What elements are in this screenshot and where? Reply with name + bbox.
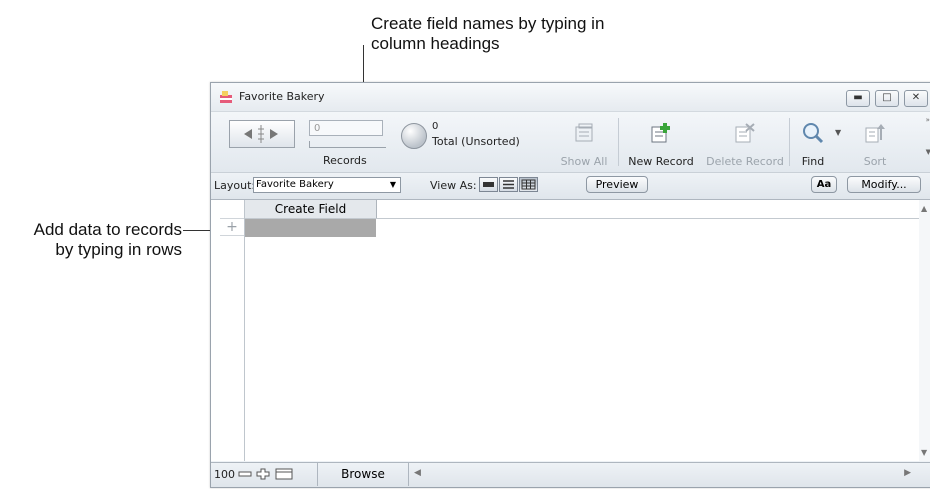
- sort-icon: [865, 124, 885, 143]
- table-view-icon: [521, 179, 536, 190]
- delete-record-label: Delete Record: [706, 155, 784, 168]
- found-status: Total (Unsorted): [432, 135, 520, 148]
- zoom-in-icon[interactable]: [256, 468, 270, 480]
- found-set-pie-icon: [401, 123, 427, 149]
- current-record-field[interactable]: 0: [309, 120, 383, 136]
- layout-select-value: Favorite Bakery: [256, 179, 334, 190]
- find-dropdown-icon[interactable]: ▼: [835, 128, 841, 137]
- status-bar: 100 Browse ◀ ▶: [211, 462, 930, 487]
- chevron-down-icon: ▼: [389, 180, 396, 189]
- toolbar-overflow-icon[interactable]: » ▼: [926, 116, 930, 156]
- records-label: Records: [323, 154, 367, 167]
- list-view-button[interactable]: [499, 177, 518, 192]
- modify-button[interactable]: Modify...: [847, 176, 921, 193]
- annotation-left-line2: by typing in rows: [55, 240, 182, 259]
- layout-select[interactable]: Favorite Bakery ▼: [253, 177, 401, 193]
- annotation-field-names: Create field names by typing in column h…: [371, 14, 604, 54]
- zoom-out-icon[interactable]: [238, 468, 252, 480]
- book-navigator-icon: [244, 125, 278, 143]
- formatting-bar-button[interactable]: Aa: [811, 176, 837, 193]
- show-all-icon: [575, 123, 593, 142]
- minimize-icon[interactable]: ▬: [846, 90, 870, 107]
- magnifier-icon: [803, 123, 824, 144]
- new-record-button[interactable]: New Record: [623, 112, 699, 172]
- scroll-left-icon[interactable]: ◀: [414, 468, 421, 478]
- found-count: 0: [432, 121, 439, 132]
- table-view-area: + Create Field ▲ ▼: [211, 200, 930, 461]
- maximize-icon[interactable]: □: [875, 90, 899, 107]
- form-view-button[interactable]: [479, 177, 498, 192]
- scroll-right-icon[interactable]: ▶: [904, 468, 911, 478]
- annotation-left-line1: Add data to records: [33, 220, 182, 239]
- new-record-icon: [651, 123, 670, 143]
- row-gutter: [211, 200, 245, 461]
- record-slider[interactable]: [309, 141, 386, 148]
- layout-label: Layout:: [214, 179, 256, 192]
- table-view-button[interactable]: [519, 177, 538, 192]
- find-button[interactable]: Find: [793, 112, 833, 172]
- new-record-label: New Record: [628, 155, 694, 168]
- find-label: Find: [801, 155, 825, 168]
- layout-bar: Layout: Favorite Bakery ▼ View As: Previ…: [211, 173, 930, 200]
- delete-record-button[interactable]: Delete Record: [703, 112, 787, 172]
- add-record-button[interactable]: +: [220, 218, 244, 236]
- annotation-top-line1: Create field names by typing in: [371, 14, 605, 33]
- show-all-button[interactable]: Show All: [556, 112, 612, 172]
- view-as-label: View As:: [430, 179, 477, 192]
- sort-label: Sort: [863, 155, 887, 168]
- list-view-icon: [503, 180, 514, 189]
- window-title: Favorite Bakery: [239, 90, 325, 103]
- column-header-row: Create Field: [245, 200, 919, 219]
- record-book-navigator[interactable]: [229, 120, 295, 148]
- form-view-icon: [483, 182, 494, 187]
- table-row[interactable]: [245, 219, 376, 237]
- filemaker-app-icon: [220, 91, 232, 103]
- toolbar-separator: [618, 118, 619, 166]
- toggle-status-toolbar-icon[interactable]: [275, 468, 293, 480]
- app-window: Favorite Bakery ▬ □ ✕ 0 Records 0 Total …: [210, 82, 930, 488]
- scroll-up-icon[interactable]: ▲: [921, 204, 927, 213]
- mode-popup[interactable]: Browse: [317, 463, 409, 486]
- title-bar: Favorite Bakery ▬ □ ✕: [211, 83, 930, 112]
- vertical-scrollbar[interactable]: ▲ ▼: [919, 200, 930, 461]
- sort-button[interactable]: Sort: [855, 112, 895, 172]
- annotation-top-line2: column headings: [371, 34, 500, 53]
- show-all-label: Show All: [560, 155, 608, 168]
- scroll-down-icon[interactable]: ▼: [921, 448, 927, 457]
- create-field-header[interactable]: Create Field: [245, 200, 377, 218]
- status-toolbar: 0 Records 0 Total (Unsorted) Show All Ne…: [211, 112, 930, 173]
- preview-button[interactable]: Preview: [586, 176, 648, 193]
- close-icon[interactable]: ✕: [904, 90, 928, 107]
- toolbar-separator: [789, 118, 790, 166]
- delete-record-icon: [735, 123, 755, 143]
- annotation-add-data: Add data to records by typing in rows: [34, 220, 182, 260]
- zoom-level[interactable]: 100: [214, 468, 235, 481]
